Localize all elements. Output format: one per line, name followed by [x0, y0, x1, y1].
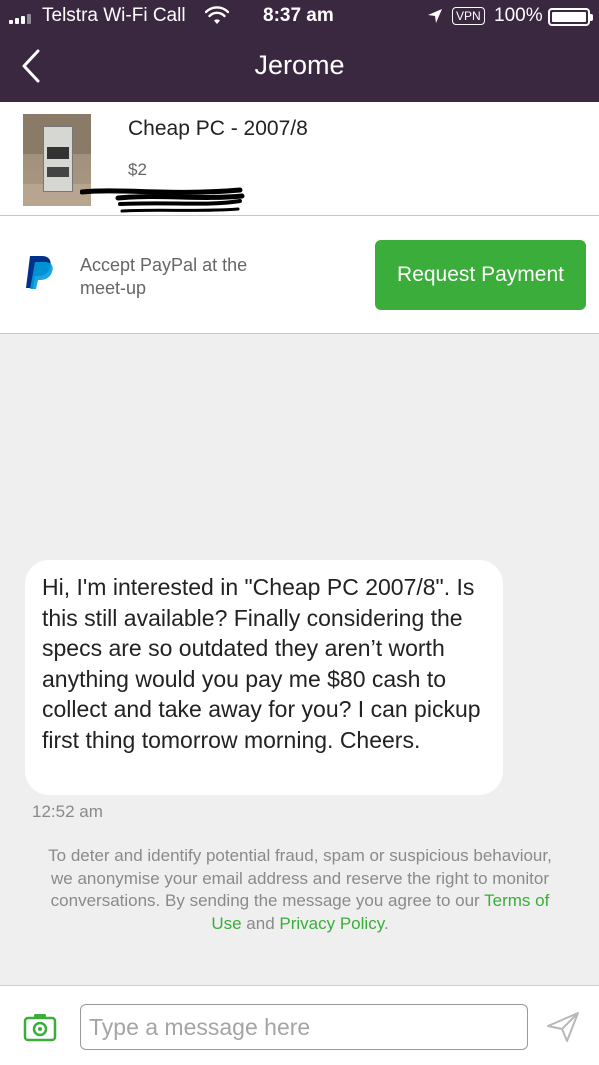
- battery-icon: [548, 8, 593, 26]
- message-bubble: Hi, I'm interested in "Cheap PC 2007/8".…: [25, 560, 503, 795]
- clock: 8:37 am: [263, 5, 334, 26]
- notice-text: To deter and identify potential fraud, s…: [48, 846, 552, 910]
- notice-end: .: [383, 913, 389, 933]
- vpn-badge: VPN: [452, 7, 485, 25]
- message-input[interactable]: [80, 1004, 528, 1050]
- listing-title: Cheap PC - 2007/8: [128, 117, 308, 140]
- send-icon[interactable]: [545, 1010, 581, 1044]
- conversation-title: Jerome: [254, 50, 345, 80]
- carrier-label: Telstra Wi-Fi Call: [42, 5, 186, 26]
- privacy-policy-link[interactable]: Privacy Policy: [279, 914, 384, 933]
- listing-price: $2: [128, 160, 147, 179]
- wifi-icon: [205, 6, 229, 24]
- location-arrow-icon: [428, 9, 442, 23]
- request-payment-button[interactable]: Request Payment: [375, 240, 586, 310]
- message-timestamp: 12:52 am: [32, 802, 103, 821]
- camera-icon[interactable]: [23, 1012, 57, 1042]
- privacy-notice: To deter and identify potential fraud, s…: [40, 845, 560, 935]
- top-bar: Telstra Wi-Fi Call 8:37 am VPN 100% Jero…: [0, 0, 599, 102]
- paypal-description: Accept PayPal at the meet-up: [80, 255, 248, 298]
- signal-strength-icon: [9, 12, 31, 24]
- message-composer: [0, 985, 599, 1065]
- listing-header[interactable]: Cheap PC - 2007/8 $2: [0, 102, 599, 216]
- redaction-scribble: [80, 187, 245, 213]
- battery-percentage: 100%: [494, 5, 543, 26]
- notice-and: and: [246, 913, 275, 933]
- paypal-icon: [26, 256, 53, 289]
- paypal-row: Accept PayPal at the meet-up Request Pay…: [0, 216, 599, 334]
- status-bar: Telstra Wi-Fi Call 8:37 am VPN 100%: [0, 0, 599, 34]
